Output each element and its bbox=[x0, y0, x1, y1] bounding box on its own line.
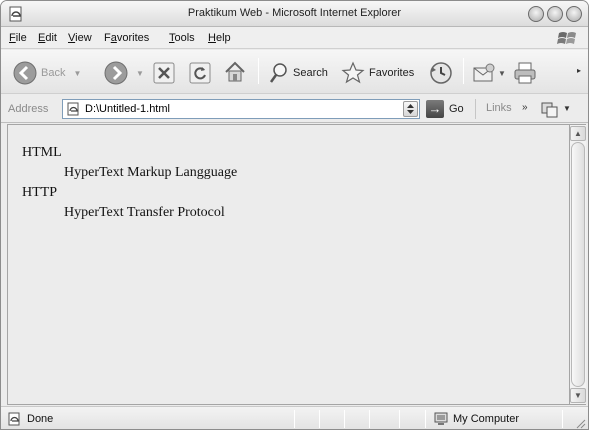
forward-dropdown-icon[interactable]: ▼ bbox=[136, 69, 144, 78]
address-bar: Address D:\Untitled-1.html → Go Links » … bbox=[1, 95, 588, 123]
favorites-button[interactable]: Favorites bbox=[341, 61, 414, 85]
menu-edit[interactable]: Edit bbox=[38, 32, 57, 44]
status-text: Done bbox=[27, 413, 54, 425]
page-done-icon bbox=[8, 412, 20, 426]
menu-favorites[interactable]: Favorites bbox=[104, 32, 149, 44]
status-pane-divider bbox=[562, 410, 563, 428]
status-pane-divider bbox=[344, 410, 345, 428]
title-bar[interactable]: Praktikum Web - Microsoft Internet Explo… bbox=[1, 1, 588, 27]
definition-description: HyperText Transfer Protocol bbox=[64, 205, 225, 220]
minimize-button[interactable] bbox=[528, 6, 544, 22]
search-icon bbox=[269, 63, 287, 83]
menu-bar: File Edit View Favorites Tools Help bbox=[1, 27, 588, 49]
favorites-label: Favorites bbox=[369, 67, 415, 79]
toolbar-overflow-icon[interactable]: ▸ bbox=[577, 66, 581, 75]
my-computer-icon bbox=[434, 412, 448, 425]
search-button[interactable]: Search bbox=[269, 62, 328, 84]
search-label: Search bbox=[293, 67, 328, 79]
forward-button[interactable]: ▼ bbox=[104, 61, 144, 85]
status-bar: Done My Computer bbox=[1, 406, 588, 429]
maximize-button[interactable] bbox=[547, 6, 563, 22]
status-pane-divider bbox=[425, 410, 426, 428]
refresh-icon[interactable] bbox=[189, 62, 211, 84]
page-content: HTML HyperText Markup Langguage HTTP Hyp… bbox=[7, 124, 570, 405]
address-dropdown-button[interactable] bbox=[403, 101, 418, 117]
go-button[interactable]: → Go bbox=[426, 100, 464, 118]
go-arrow-icon: → bbox=[426, 100, 444, 118]
back-button[interactable]: Back ▼ bbox=[13, 61, 81, 85]
address-separator bbox=[475, 99, 476, 119]
scroll-up-button[interactable]: ▲ bbox=[570, 126, 586, 141]
vertical-scrollbar[interactable]: ▲ ▼ bbox=[570, 124, 586, 405]
scroll-down-button[interactable]: ▼ bbox=[570, 388, 586, 403]
updown-arrow-icon bbox=[407, 104, 414, 114]
definition-term: HTTP bbox=[22, 185, 57, 200]
address-value: D:\Untitled-1.html bbox=[85, 103, 170, 115]
address-label: Address bbox=[8, 103, 49, 115]
menu-help[interactable]: Help bbox=[208, 32, 231, 44]
translate-icon[interactable] bbox=[541, 100, 559, 118]
mail-button[interactable]: ▼ bbox=[472, 62, 506, 84]
toolbar-separator bbox=[258, 58, 259, 84]
menu-view[interactable]: View bbox=[68, 32, 92, 44]
security-zone-text: My Computer bbox=[453, 413, 520, 425]
status-pane-divider bbox=[294, 410, 295, 428]
browser-window: Praktikum Web - Microsoft Internet Explo… bbox=[0, 0, 589, 430]
mail-icon bbox=[473, 63, 495, 82]
back-dropdown-icon[interactable]: ▼ bbox=[73, 69, 81, 78]
status-pane-divider bbox=[319, 410, 320, 428]
back-arrow-icon bbox=[13, 61, 37, 85]
history-icon[interactable] bbox=[429, 61, 453, 85]
go-label: Go bbox=[449, 103, 464, 115]
home-icon[interactable] bbox=[223, 60, 247, 84]
window-title: Praktikum Web - Microsoft Internet Explo… bbox=[187, 7, 402, 19]
toolbar-separator bbox=[463, 58, 464, 84]
favorites-star-icon bbox=[341, 61, 365, 84]
address-input[interactable]: D:\Untitled-1.html bbox=[62, 99, 420, 119]
definition-description: HyperText Markup Langguage bbox=[64, 165, 238, 180]
scroll-thumb[interactable] bbox=[571, 142, 585, 387]
links-button[interactable]: Links bbox=[486, 102, 512, 114]
forward-arrow-icon bbox=[104, 61, 128, 85]
resize-grip-icon[interactable] bbox=[574, 417, 586, 429]
menu-tools[interactable]: Tools bbox=[169, 32, 195, 44]
translate-dropdown-icon[interactable]: ▼ bbox=[563, 104, 571, 113]
status-pane-divider bbox=[369, 410, 370, 428]
status-pane-divider bbox=[399, 410, 400, 428]
links-chevron-icon[interactable]: » bbox=[522, 102, 528, 113]
windows-logo-icon bbox=[557, 32, 576, 44]
definition-list: HTML HyperText Markup Langguage HTTP Hyp… bbox=[22, 143, 237, 223]
close-button[interactable] bbox=[566, 6, 582, 22]
stop-icon[interactable] bbox=[153, 62, 175, 84]
menu-file[interactable]: File bbox=[9, 32, 27, 44]
mail-dropdown-icon[interactable]: ▼ bbox=[498, 69, 506, 78]
definition-term: HTML bbox=[22, 145, 62, 160]
back-label: Back bbox=[41, 67, 66, 79]
print-icon[interactable] bbox=[513, 61, 537, 85]
page-favicon-icon bbox=[67, 102, 79, 116]
standard-toolbar: Back ▼ ▼ Search Favorites ▼ ▸ bbox=[1, 50, 588, 94]
